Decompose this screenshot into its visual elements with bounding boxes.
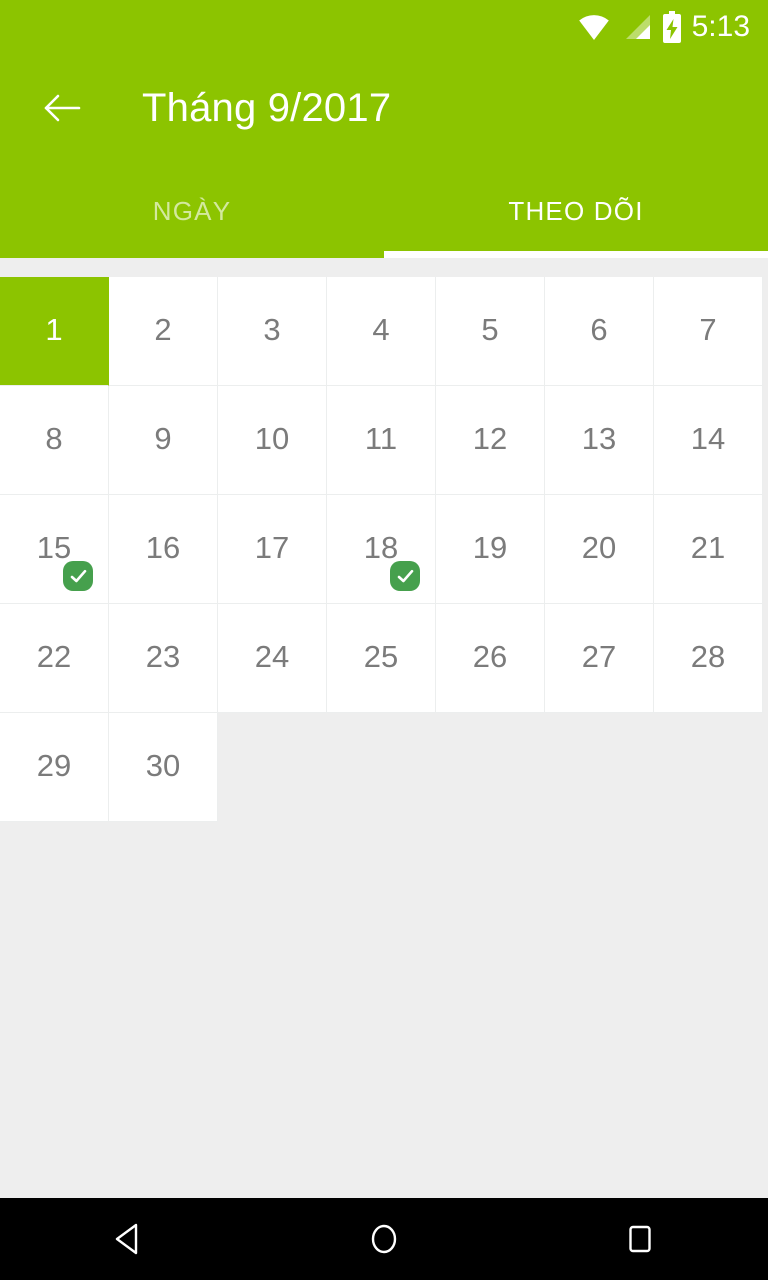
home-nav-button[interactable] bbox=[329, 1198, 439, 1280]
calendar-day-cell[interactable]: 9 bbox=[109, 386, 218, 495]
day-number: 28 bbox=[690, 638, 726, 674]
day-number: 6 bbox=[590, 311, 608, 347]
day-number: 13 bbox=[581, 420, 617, 456]
calendar-day-cell[interactable]: 24 bbox=[218, 604, 327, 713]
day-number: 11 bbox=[364, 420, 398, 456]
calendar-grid: 1 2 3 4 5 6 7 8 9 10 11 12 13 14 15 16 1… bbox=[0, 277, 763, 822]
calendar-day-cell[interactable]: 20 bbox=[545, 495, 654, 604]
day-number: 14 bbox=[690, 420, 726, 456]
back-button[interactable] bbox=[26, 72, 98, 144]
calendar-day-cell[interactable]: 26 bbox=[436, 604, 545, 713]
day-number: 21 bbox=[690, 529, 726, 565]
day-number: 19 bbox=[472, 529, 508, 565]
check-icon bbox=[390, 561, 420, 591]
app-bar-title-row: Tháng 9/2017 bbox=[0, 62, 768, 154]
tab-active-indicator bbox=[384, 251, 768, 258]
calendar-day-cell[interactable]: 21 bbox=[654, 495, 763, 604]
calendar-empty-cell bbox=[545, 713, 654, 822]
day-number: 2 bbox=[154, 311, 172, 347]
android-navigation-bar bbox=[0, 1198, 768, 1280]
calendar-day-cell[interactable]: 19 bbox=[436, 495, 545, 604]
check-icon bbox=[63, 561, 93, 591]
calendar-empty-cell bbox=[654, 713, 763, 822]
day-number: 3 bbox=[263, 311, 281, 347]
day-number: 30 bbox=[145, 747, 181, 783]
status-bar: 5:13 bbox=[0, 0, 768, 54]
day-number: 24 bbox=[254, 638, 290, 674]
status-icon-group bbox=[577, 11, 683, 43]
arrow-back-icon bbox=[41, 87, 83, 129]
day-number: 18 bbox=[363, 529, 399, 565]
circle-home-icon bbox=[367, 1221, 401, 1257]
calendar-day-cell[interactable]: 11 bbox=[327, 386, 436, 495]
calendar-day-cell[interactable]: 3 bbox=[218, 277, 327, 386]
day-number: 17 bbox=[254, 529, 290, 565]
calendar-empty-cell bbox=[218, 713, 327, 822]
calendar-day-cell[interactable]: 18 bbox=[327, 495, 436, 604]
calendar-day-cell[interactable]: 5 bbox=[436, 277, 545, 386]
battery-charging-icon bbox=[661, 11, 683, 43]
calendar-day-cell[interactable]: 15 bbox=[0, 495, 109, 604]
day-number: 12 bbox=[472, 420, 508, 456]
calendar-row: 8 9 10 11 12 13 14 bbox=[0, 386, 763, 495]
status-time: 5:13 bbox=[691, 10, 750, 43]
tab-ngay-label: NGÀY bbox=[152, 196, 232, 226]
calendar-area: 1 2 3 4 5 6 7 8 9 10 11 12 13 14 15 16 1… bbox=[0, 258, 768, 1198]
calendar-day-cell[interactable]: 30 bbox=[109, 713, 218, 822]
day-number: 20 bbox=[581, 529, 617, 565]
calendar-day-cell[interactable]: 13 bbox=[545, 386, 654, 495]
calendar-day-cell[interactable]: 7 bbox=[654, 277, 763, 386]
day-number: 15 bbox=[36, 529, 72, 565]
wifi-icon bbox=[577, 13, 611, 41]
calendar-row: 15 16 17 18 19 20 21 bbox=[0, 495, 763, 604]
calendar-day-cell[interactable]: 27 bbox=[545, 604, 654, 713]
calendar-day-cell[interactable]: 1 bbox=[0, 277, 109, 386]
calendar-day-cell[interactable]: 16 bbox=[109, 495, 218, 604]
day-number: 22 bbox=[36, 638, 72, 674]
cellular-signal-icon bbox=[621, 13, 651, 41]
tab-ngay[interactable]: NGÀY bbox=[0, 172, 384, 258]
calendar-day-cell[interactable]: 12 bbox=[436, 386, 545, 495]
calendar-day-cell[interactable]: 4 bbox=[327, 277, 436, 386]
calendar-row: 1 2 3 4 5 6 7 bbox=[0, 277, 763, 386]
day-number: 27 bbox=[581, 638, 617, 674]
triangle-back-icon bbox=[111, 1221, 145, 1257]
calendar-day-cell[interactable]: 2 bbox=[109, 277, 218, 386]
calendar-row: 29 30 bbox=[0, 713, 763, 822]
tab-theo-doi-label: THEO DÕI bbox=[508, 196, 644, 226]
calendar-day-cell[interactable]: 14 bbox=[654, 386, 763, 495]
calendar-row: 22 23 24 25 26 27 28 bbox=[0, 604, 763, 713]
square-recents-icon bbox=[623, 1221, 657, 1257]
day-number: 4 bbox=[372, 311, 390, 347]
page-title: Tháng 9/2017 bbox=[142, 85, 392, 130]
calendar-day-cell[interactable]: 6 bbox=[545, 277, 654, 386]
calendar-day-cell[interactable]: 25 bbox=[327, 604, 436, 713]
day-number: 26 bbox=[472, 638, 508, 674]
day-number: 1 bbox=[45, 311, 63, 347]
calendar-day-cell[interactable]: 28 bbox=[654, 604, 763, 713]
calendar-day-cell[interactable]: 10 bbox=[218, 386, 327, 495]
calendar-empty-cell bbox=[436, 713, 545, 822]
day-number: 5 bbox=[481, 311, 499, 347]
day-number: 29 bbox=[36, 747, 72, 783]
calendar-empty-cell bbox=[327, 713, 436, 822]
calendar-day-cell[interactable]: 29 bbox=[0, 713, 109, 822]
day-number: 8 bbox=[45, 420, 63, 456]
calendar-day-cell[interactable]: 22 bbox=[0, 604, 109, 713]
day-number: 16 bbox=[145, 529, 181, 565]
recents-nav-button[interactable] bbox=[585, 1198, 695, 1280]
calendar-day-cell[interactable]: 23 bbox=[109, 604, 218, 713]
tab-theo-doi[interactable]: THEO DÕI bbox=[384, 172, 768, 258]
day-number: 23 bbox=[145, 638, 181, 674]
day-number: 10 bbox=[254, 420, 290, 456]
tab-bar: NGÀY THEO DÕI bbox=[0, 172, 768, 258]
day-number: 25 bbox=[363, 638, 399, 674]
back-nav-button[interactable] bbox=[73, 1198, 183, 1280]
app-root: 5:13 Tháng 9/2017 NGÀY THEO DÕI 1 2 3 4 … bbox=[0, 0, 768, 1280]
day-number: 9 bbox=[154, 420, 172, 456]
calendar-day-cell[interactable]: 8 bbox=[0, 386, 109, 495]
day-number: 7 bbox=[699, 311, 717, 347]
calendar-day-cell[interactable]: 17 bbox=[218, 495, 327, 604]
